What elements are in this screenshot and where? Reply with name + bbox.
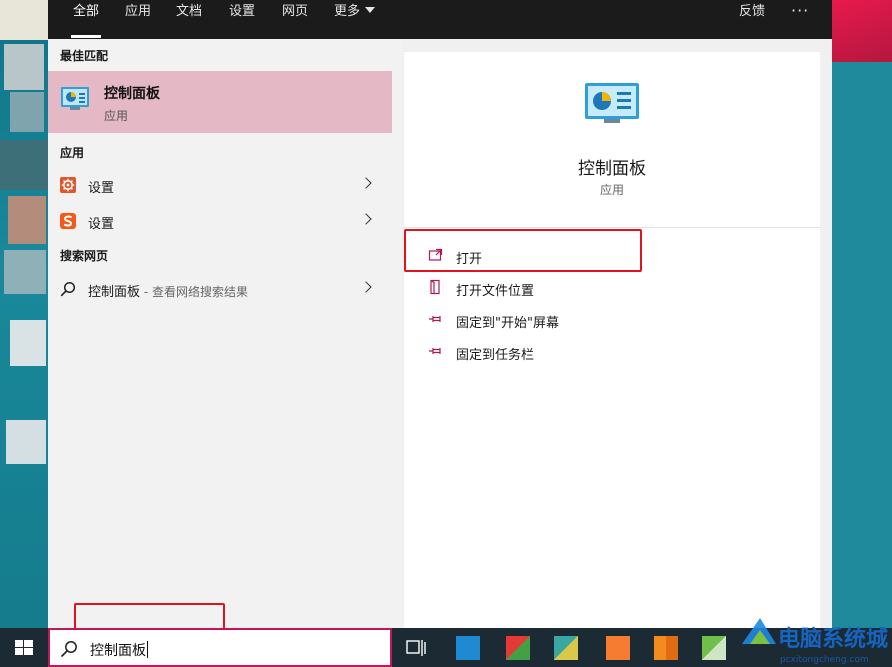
web-search-heading: 搜索网页 — [60, 249, 109, 263]
chevron-right-icon[interactable] — [360, 213, 372, 225]
windows-start-icon[interactable] — [0, 628, 48, 667]
taskbar-app-icon[interactable] — [456, 636, 480, 660]
best-match-item[interactable]: 控制面板 应用 — [48, 71, 392, 133]
open-icon — [428, 248, 443, 261]
text-cursor — [147, 641, 148, 658]
best-match-name: 控制面板 — [104, 86, 160, 102]
tab-apps[interactable]: 应用 — [125, 0, 151, 39]
best-match-type: 应用 — [104, 109, 129, 123]
watermark-logo: 电脑系统城 pcxitongcheng.com — [742, 618, 888, 665]
action-label: 固定到"开始"屏幕 — [456, 316, 559, 331]
preview-title: 控制面板 — [578, 159, 646, 179]
tab-web[interactable]: 网页 — [282, 0, 308, 39]
search-icon — [60, 281, 76, 297]
file-location-icon — [430, 279, 440, 295]
app-result-label: 设置 — [88, 181, 115, 196]
tab-more[interactable]: 更多 — [334, 0, 376, 39]
action-open[interactable]: 打开 — [428, 242, 788, 270]
web-result[interactable]: 控制面板 - 查看网络搜索结果 — [48, 272, 392, 306]
taskbar-app-icon[interactable] — [606, 636, 630, 660]
apps-heading: 应用 — [60, 146, 85, 160]
search-input[interactable]: 控制面板 — [48, 628, 392, 667]
task-view-icon[interactable] — [404, 636, 428, 660]
tab-documents[interactable]: 文档 — [176, 0, 202, 39]
chevron-down-icon — [365, 7, 376, 13]
tab-more-label: 更多 — [334, 4, 361, 19]
web-result-label: 控制面板 - 查看网络搜索结果 — [88, 281, 248, 300]
tab-all[interactable]: 全部 — [70, 0, 102, 39]
chevron-right-icon[interactable] — [360, 281, 372, 293]
tab-settings[interactable]: 设置 — [229, 0, 255, 39]
web-result-subtext: - 查看网络搜索结果 — [140, 285, 248, 299]
gear-icon — [60, 177, 76, 193]
action-pin-to-taskbar[interactable]: 固定到任务栏 — [428, 338, 788, 366]
action-pin-to-start[interactable]: 固定到"开始"屏幕 — [428, 306, 788, 334]
desktop-icons-blurred — [0, 0, 50, 628]
action-label: 打开文件位置 — [456, 284, 535, 299]
pin-icon — [429, 316, 441, 322]
preview-pane: 控制面板 应用 打开 打开文件位置 固定到"开始"屏幕 固定到任务栏 — [404, 52, 820, 628]
search-panel: 全部 应用 文档 设置 网页 更多 反馈 ··· 最佳匹配 控制面板 应用 应用… — [48, 0, 832, 628]
taskbar-app-icon[interactable] — [702, 636, 726, 660]
feedback-button[interactable]: 反馈 — [739, 0, 765, 39]
action-open-file-location[interactable]: 打开文件位置 — [428, 274, 788, 302]
web-result-query: 控制面板 — [88, 285, 141, 300]
scope-tabs: 全部 应用 文档 设置 网页 更多 反馈 ··· — [48, 0, 832, 39]
desktop-right-area — [832, 0, 892, 628]
chevron-right-icon[interactable] — [360, 177, 372, 189]
divider — [404, 227, 820, 228]
more-options-button[interactable]: ··· — [791, 0, 809, 22]
search-query-text: 控制面板 — [90, 643, 146, 659]
taskbar-app-icon[interactable] — [654, 636, 678, 660]
preview-type: 应用 — [599, 183, 624, 197]
taskbar-app-icon[interactable] — [506, 636, 530, 660]
app-result-label: 设置 — [88, 217, 115, 232]
action-label: 打开 — [456, 252, 483, 267]
svg-text:电脑系统城: 电脑系统城 — [778, 626, 888, 652]
svg-text:pcxitongcheng.com: pcxitongcheng.com — [780, 655, 869, 665]
results-list: 最佳匹配 控制面板 应用 应用 设置 设置 搜索网页 控制面板 - 查看网络搜索… — [48, 39, 402, 628]
app-result-sogou-settings[interactable]: 设置 — [48, 204, 392, 238]
search-input-value: 控制面板 — [90, 640, 148, 660]
control-panel-icon — [61, 87, 89, 110]
pin-icon — [429, 348, 441, 354]
app-result-settings[interactable]: 设置 — [48, 168, 392, 202]
search-icon — [60, 641, 77, 658]
best-match-heading: 最佳匹配 — [60, 49, 109, 63]
control-panel-icon — [585, 83, 639, 123]
action-label: 固定到任务栏 — [456, 348, 535, 363]
taskbar-app-icon[interactable] — [554, 636, 578, 660]
sogou-settings-icon — [60, 213, 76, 229]
